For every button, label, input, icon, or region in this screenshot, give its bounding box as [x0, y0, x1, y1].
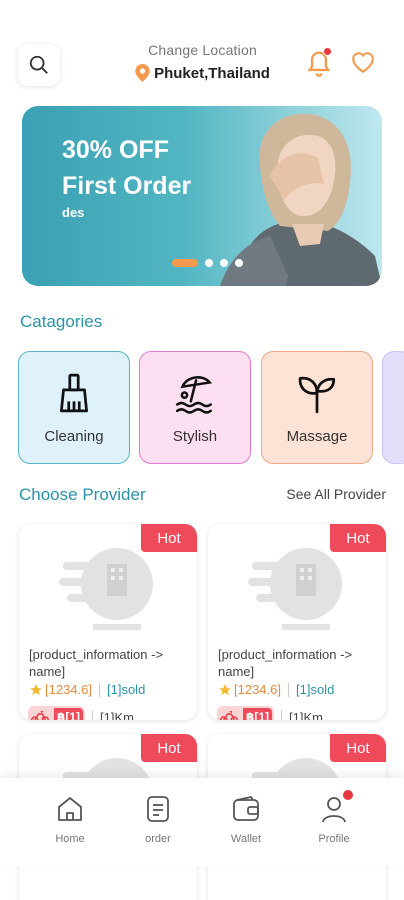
beach-umbrella-icon: [175, 376, 213, 414]
category-cleaning[interactable]: Cleaning: [18, 351, 130, 464]
location-value: Phuket,Thailand: [154, 64, 270, 82]
bottom-nav: Home order Wallet Profile: [0, 778, 404, 866]
categories-title: Catagories: [20, 312, 103, 331]
provider-placeholder-logo: [248, 548, 342, 630]
delivery-info: ฿[1] [1]Km: [217, 706, 323, 720]
divider: [288, 682, 289, 697]
distance: [1]Km: [100, 709, 134, 721]
notification-dot: [323, 47, 332, 56]
location-selector[interactable]: Change Location Phuket,Thailand: [120, 42, 285, 82]
nav-label: Wallet: [230, 833, 262, 845]
divider: [92, 710, 94, 720]
sold-count: [1]sold: [107, 682, 146, 697]
product-meta: [1234.6] [1]sold: [29, 682, 145, 697]
price-badge: ฿[1]: [52, 706, 86, 720]
nav-label: Profile: [318, 833, 350, 845]
product-name: [product_information -> name]: [218, 647, 353, 679]
category-partial[interactable]: [382, 351, 404, 464]
category-massage[interactable]: Massage: [261, 351, 373, 464]
motorbike-icon: [217, 706, 241, 720]
nav-wallet[interactable]: Wallet: [216, 794, 276, 845]
delivery-info: ฿[1] [1]Km: [28, 706, 134, 720]
product-name: [product_information -> name]: [29, 647, 164, 679]
wallet-icon: [233, 795, 259, 821]
see-all-provider-link[interactable]: See All Provider: [286, 486, 386, 502]
profile-notification-dot: [343, 790, 353, 800]
motorbike-icon: [28, 706, 52, 720]
rating-value: [1234.6]: [45, 682, 92, 697]
carousel-dot[interactable]: [235, 259, 243, 267]
promo-banner[interactable]: 30% OFF First Order des: [22, 106, 382, 286]
category-stylish[interactable]: Stylish: [139, 351, 251, 464]
divider: [281, 710, 283, 720]
banner-title-line1: 30% OFF: [62, 136, 169, 164]
category-label: Stylish: [172, 428, 218, 445]
category-label: Massage: [286, 428, 348, 445]
location-pin-icon: [135, 64, 150, 82]
home-icon: [58, 797, 82, 821]
category-label: Cleaning: [44, 428, 104, 445]
nav-profile[interactable]: Profile: [304, 790, 364, 845]
rating-value: [1234.6]: [234, 682, 281, 697]
provider-card[interactable]: Hot [product_information -> name] [1234.…: [19, 524, 197, 720]
price-badge: ฿[1]: [241, 706, 275, 720]
top-header: Change Location Phuket,Thailand: [0, 40, 404, 90]
product-meta: [1234.6] [1]sold: [218, 682, 334, 697]
sprout-icon: [298, 376, 336, 414]
nav-label: Home: [55, 833, 85, 845]
nav-label: order: [145, 833, 171, 845]
provider-card[interactable]: Hot [product_information -> name] [1234.…: [208, 524, 386, 720]
carousel-dot-active[interactable]: [172, 259, 198, 267]
divider: [99, 682, 100, 697]
broom-icon: [60, 373, 88, 413]
star-icon: [30, 683, 42, 695]
favorites-button[interactable]: [350, 50, 378, 76]
carousel-indicator: [172, 259, 243, 267]
order-icon: [147, 796, 169, 822]
distance: [1]Km: [289, 709, 323, 721]
search-icon: [29, 55, 48, 74]
location-label: Change Location: [148, 42, 257, 58]
search-button[interactable]: [18, 44, 60, 86]
heart-icon: [352, 52, 374, 74]
sold-count: [1]sold: [296, 682, 335, 697]
banner-title-line2: First Order: [62, 172, 192, 200]
banner-title: 30% OFF First Order: [62, 132, 191, 204]
notification-button[interactable]: [305, 47, 333, 78]
carousel-dot[interactable]: [205, 259, 213, 267]
nav-order[interactable]: order: [128, 794, 188, 845]
banner-subtitle: des: [62, 205, 85, 220]
providers-title: Choose Provider: [19, 485, 146, 504]
nav-home[interactable]: Home: [40, 794, 100, 845]
provider-placeholder-logo: [59, 548, 153, 630]
carousel-dot[interactable]: [220, 259, 228, 267]
star-icon: [219, 683, 231, 695]
